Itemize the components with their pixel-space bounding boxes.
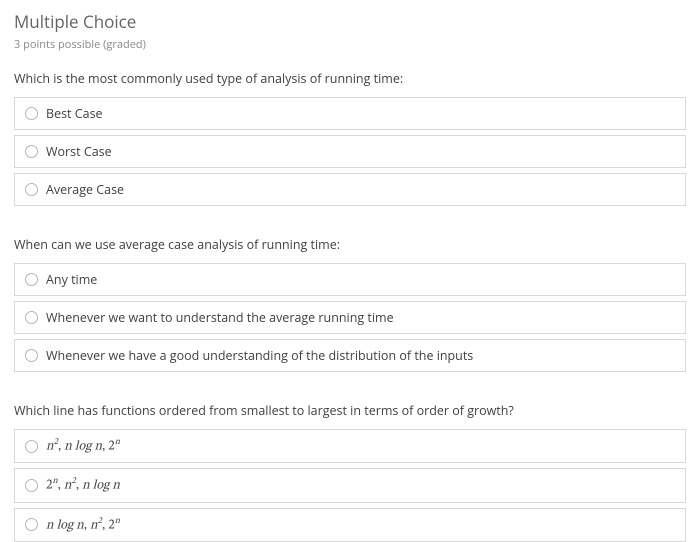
option-label: Worst Case bbox=[46, 143, 112, 160]
option-row[interactable]: Any time bbox=[14, 263, 686, 296]
option-label: 2n, n2, n log n bbox=[46, 476, 120, 494]
radio-icon[interactable] bbox=[25, 518, 38, 531]
question-prompt: When can we use average case analysis of… bbox=[14, 236, 686, 253]
question-options: Any time Whenever we want to understand … bbox=[14, 263, 686, 372]
radio-icon[interactable] bbox=[25, 440, 38, 453]
option-label: n log n, n2, 2n bbox=[46, 516, 120, 534]
question-prompt: Which line has functions ordered from sm… bbox=[14, 402, 686, 419]
option-row[interactable]: Whenever we have a good understanding of… bbox=[14, 339, 686, 372]
option-row[interactable]: Best Case bbox=[14, 97, 686, 130]
radio-icon[interactable] bbox=[25, 273, 38, 286]
radio-icon[interactable] bbox=[25, 183, 38, 196]
option-label: Any time bbox=[46, 271, 97, 288]
radio-icon[interactable] bbox=[25, 107, 38, 120]
points-subtitle: 3 points possible (graded) bbox=[14, 37, 686, 52]
option-label: Best Case bbox=[46, 105, 103, 122]
question-prompt: Which is the most commonly used type of … bbox=[14, 70, 686, 87]
option-row[interactable]: 2n, n2, n log n bbox=[14, 468, 686, 502]
radio-icon[interactable] bbox=[25, 349, 38, 362]
option-label: Whenever we want to understand the avera… bbox=[46, 309, 394, 326]
option-row[interactable]: Whenever we want to understand the avera… bbox=[14, 301, 686, 334]
radio-icon[interactable] bbox=[25, 479, 38, 492]
option-row[interactable]: Average Case bbox=[14, 173, 686, 206]
option-label: Whenever we have a good understanding of… bbox=[46, 347, 473, 364]
option-row[interactable]: Worst Case bbox=[14, 135, 686, 168]
option-label: Average Case bbox=[46, 181, 124, 198]
radio-icon[interactable] bbox=[25, 145, 38, 158]
question-options: n2, n log n, 2n 2n, n2, n log n n log n,… bbox=[14, 429, 686, 542]
option-row[interactable]: n log n, n2, 2n bbox=[14, 508, 686, 542]
page-title: Multiple Choice bbox=[14, 10, 686, 33]
option-row[interactable]: n2, n log n, 2n bbox=[14, 429, 686, 463]
option-label: n2, n log n, 2n bbox=[46, 437, 120, 455]
radio-icon[interactable] bbox=[25, 311, 38, 324]
question-options: Best Case Worst Case Average Case bbox=[14, 97, 686, 206]
